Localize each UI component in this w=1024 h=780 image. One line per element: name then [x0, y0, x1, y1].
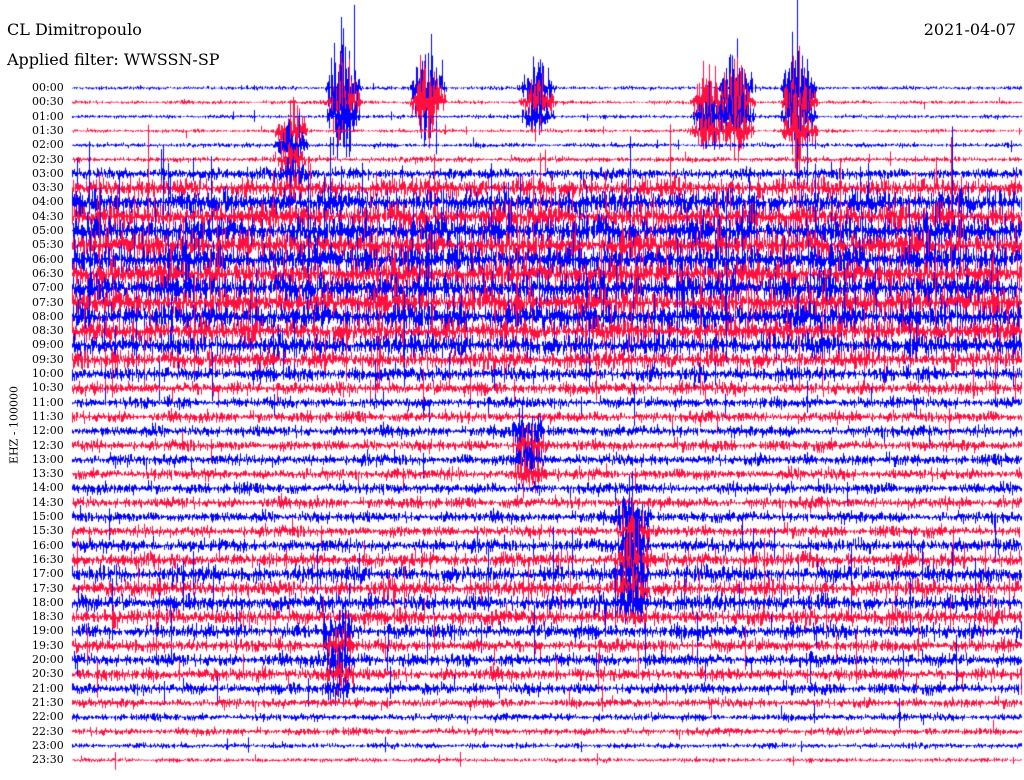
tick-label: 04:00 [32, 195, 64, 209]
tick-label: 12:00 [32, 424, 64, 438]
tick-label: 23:00 [32, 738, 64, 752]
tick-label: 16:30 [32, 552, 64, 566]
tick-label: 22:00 [32, 710, 64, 724]
tick-label: 17:00 [32, 567, 64, 581]
tick-label: 20:30 [32, 667, 64, 681]
tick-label: 06:00 [32, 252, 64, 266]
channel-label: EHZ - 100000 [7, 386, 21, 464]
tick-label: 18:00 [32, 595, 64, 609]
tick-label: 00:30 [32, 95, 64, 109]
tick-label: 23:30 [32, 753, 64, 767]
tick-label: 08:00 [32, 309, 64, 323]
tick-label: 09:00 [32, 338, 64, 352]
seismogram-plot [0, 0, 1024, 780]
date-label: 2021-04-07 [923, 20, 1016, 39]
tick-label: 13:00 [32, 452, 64, 466]
tick-label: 18:30 [32, 610, 64, 624]
helicorder-chart: CL Dimitropoulo Applied filter: WWSSN-SP… [0, 0, 1024, 780]
tick-label: 20:00 [32, 653, 64, 666]
tick-label: 21:00 [32, 681, 64, 695]
tick-label: 07:30 [32, 295, 64, 309]
tick-label: 15:30 [32, 524, 64, 538]
tick-label: 11:00 [32, 395, 64, 409]
tick-label: 22:30 [32, 724, 64, 738]
tick-label: 09:30 [32, 352, 64, 366]
tick-label: 02:00 [32, 138, 64, 152]
tick-label: 10:30 [32, 381, 64, 395]
tick-label: 17:30 [32, 581, 64, 595]
tick-label: 07:00 [32, 281, 64, 295]
tick-label: 10:00 [32, 367, 64, 380]
tick-label: 13:30 [32, 467, 64, 481]
tick-label: 02:30 [32, 152, 64, 166]
tick-label: 01:30 [32, 123, 64, 137]
tick-label: 08:30 [32, 324, 64, 338]
tick-label: 03:30 [32, 181, 64, 195]
tick-label: 15:00 [32, 510, 64, 523]
tick-label: 11:30 [32, 409, 64, 423]
tick-label: 21:30 [32, 695, 64, 709]
tick-label: 14:30 [32, 495, 64, 509]
tick-label: 05:30 [32, 238, 64, 252]
tick-label: 12:30 [32, 438, 64, 452]
tick-label: 19:00 [32, 624, 64, 638]
tick-label: 06:30 [32, 266, 64, 280]
tick-label: 14:00 [32, 481, 64, 495]
tick-label: 00:00 [32, 81, 64, 94]
tick-label: 04:30 [32, 209, 64, 223]
tick-label: 01:00 [32, 109, 64, 123]
tick-label: 05:00 [32, 224, 64, 237]
tick-label: 16:00 [32, 538, 64, 552]
tick-label: 03:00 [32, 166, 64, 180]
tick-label: 19:30 [32, 638, 64, 652]
